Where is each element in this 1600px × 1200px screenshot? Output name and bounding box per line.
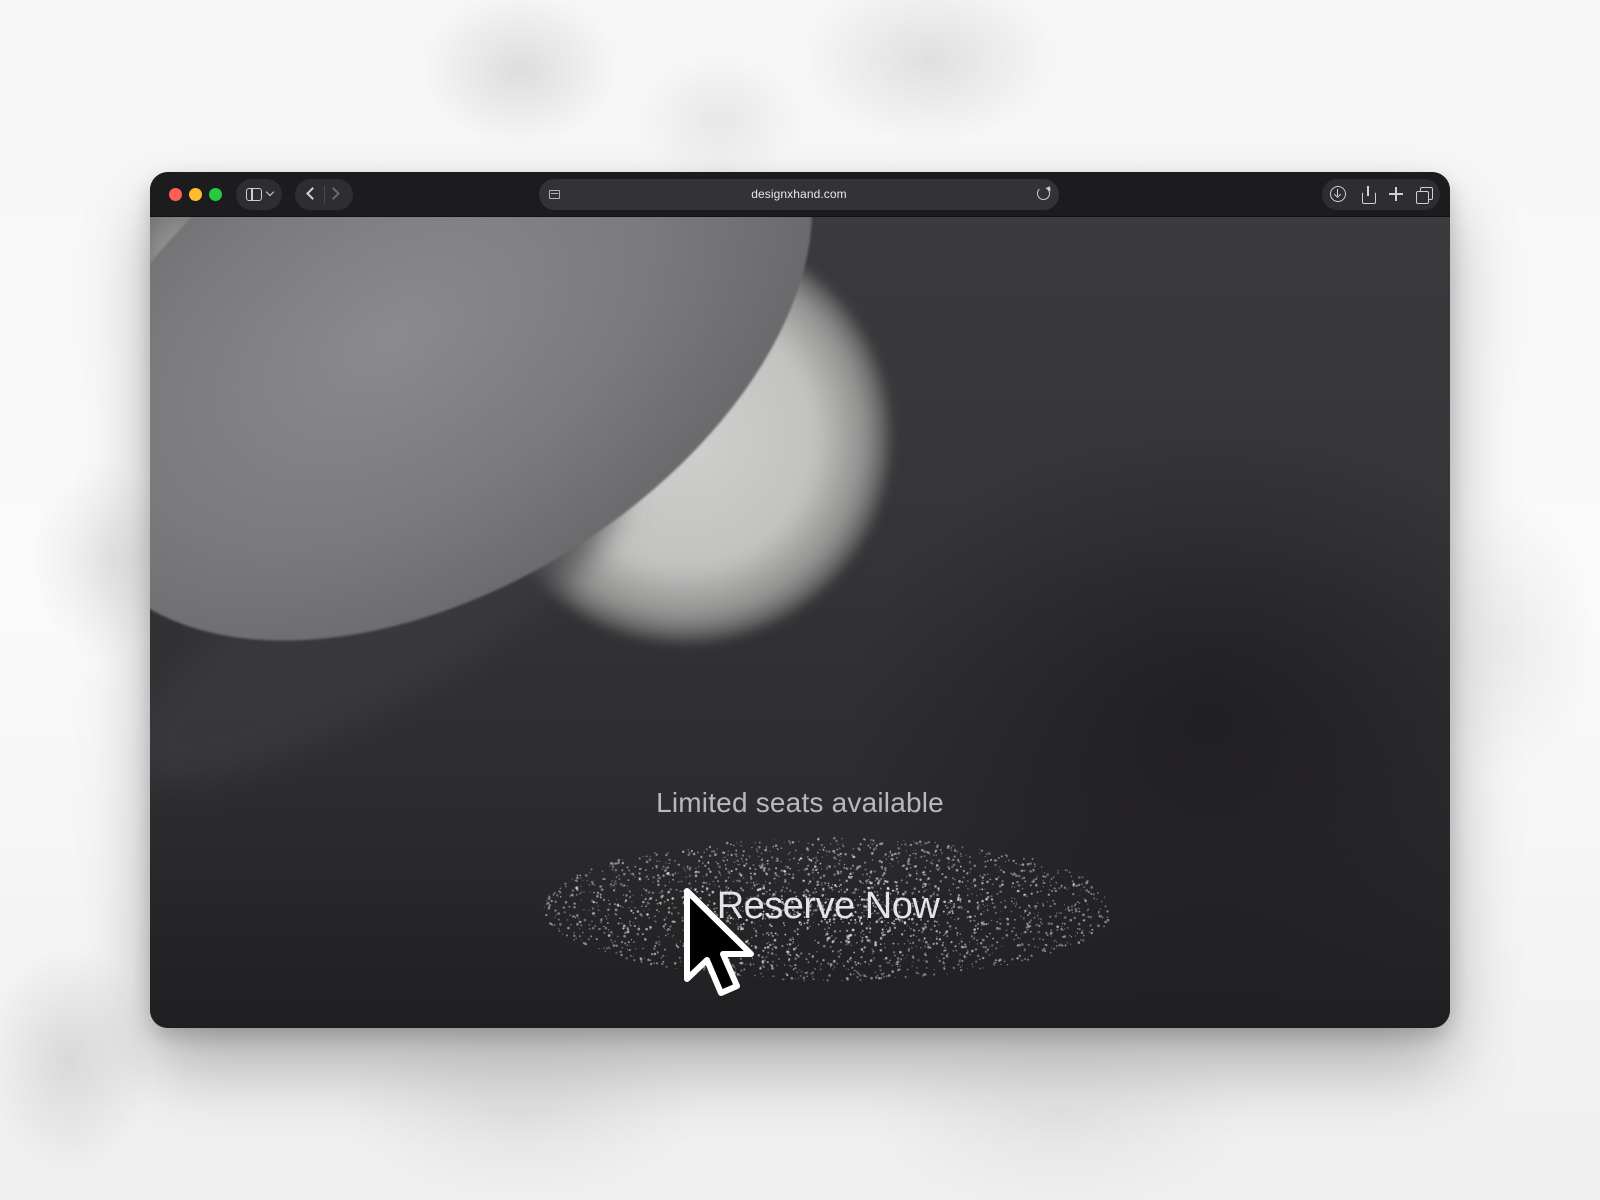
chevron-down-icon — [265, 187, 275, 197]
maximize-window-button[interactable] — [209, 188, 222, 201]
reload-icon[interactable] — [1037, 187, 1050, 200]
new-tab-plus-icon[interactable] — [1388, 186, 1404, 202]
nav-divider — [324, 186, 325, 203]
minimize-window-button[interactable] — [189, 188, 202, 201]
close-window-button[interactable] — [169, 188, 182, 201]
toolbar-actions — [1322, 179, 1440, 210]
back-button[interactable] — [306, 187, 319, 200]
sidebar-icon — [246, 188, 262, 201]
forward-button[interactable] — [327, 187, 340, 200]
tab-overview-icon[interactable] — [1416, 186, 1433, 204]
browser-toolbar: designxhand.com — [150, 172, 1450, 217]
reserve-now-button[interactable]: Reserve Now — [533, 829, 1123, 989]
mouse-pointer-icon — [684, 888, 754, 996]
reserve-now-label[interactable]: Reserve Now — [533, 885, 1123, 928]
navigation-buttons — [295, 179, 353, 210]
browser-window: designxhand.com Limited seats available … — [150, 172, 1450, 1028]
hero-section: Limited seats available Reserve Now — [150, 217, 1450, 1028]
limited-seats-text: Limited seats available — [656, 787, 944, 818]
share-icon[interactable] — [1360, 186, 1376, 204]
url-text[interactable]: designxhand.com — [539, 187, 1059, 201]
download-icon[interactable] — [1330, 186, 1346, 202]
address-bar[interactable]: designxhand.com — [539, 179, 1059, 210]
sidebar-toggle-button[interactable] — [236, 179, 282, 210]
